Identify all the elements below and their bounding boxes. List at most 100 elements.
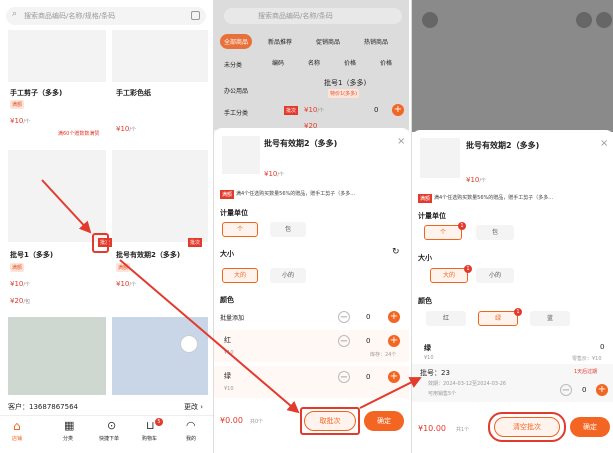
scan-icon[interactable] xyxy=(191,11,200,20)
confirm-button[interactable]: 确定 xyxy=(570,417,610,437)
plus-button[interactable]: + xyxy=(596,384,608,396)
tab-hot[interactable]: 热销商品 xyxy=(364,37,388,46)
color-option[interactable]: 红 xyxy=(426,311,466,326)
list-tag: 特价1(多多) xyxy=(328,89,360,98)
size-option[interactable]: 大的 xyxy=(430,268,468,283)
plus-button[interactable]: + xyxy=(388,371,400,383)
product-image[interactable] xyxy=(112,30,208,82)
profile-icon[interactable]: ◠ xyxy=(186,419,196,432)
size-option[interactable]: 小的 xyxy=(270,268,306,283)
nav-mine[interactable]: 我的 xyxy=(186,435,196,442)
change-customer-link[interactable]: 更改 › xyxy=(184,402,203,412)
product-thumb xyxy=(222,136,260,174)
col-price[interactable]: 价格 xyxy=(344,58,356,67)
home-icon[interactable]: ⌂ xyxy=(13,419,21,433)
variant-stock: 库存：24个 xyxy=(370,352,397,358)
size-option[interactable]: 小的 xyxy=(476,268,514,283)
variant-qty: 0 xyxy=(600,343,605,351)
refresh-icon[interactable]: ↻ xyxy=(392,247,400,257)
plus-button[interactable]: + xyxy=(388,311,400,323)
minus-button[interactable]: − xyxy=(338,371,350,383)
product-name[interactable]: 批号1（多多) xyxy=(10,250,53,260)
banner-image[interactable] xyxy=(112,317,208,395)
color-option[interactable]: 蓝 xyxy=(530,311,570,326)
promo-tag: 满额 xyxy=(10,263,25,272)
more-icon[interactable] xyxy=(596,12,612,28)
batch-qty: 0 xyxy=(366,313,371,321)
panel-product-list: ⌕ 搜索商品编码/名称/规格/条码 手工剪子（多多) 手工彩色纸 满额 ¥10/… xyxy=(0,0,213,453)
variant-qty: 0 xyxy=(366,337,371,345)
col-code[interactable]: 编码 xyxy=(272,58,284,67)
promo-text: 满4个任选购买数量56%的赠品，赠手工剪子（多多... xyxy=(434,195,554,201)
plus-button[interactable]: + xyxy=(392,104,404,116)
total-count: 共1个 xyxy=(456,427,470,433)
highlight-box xyxy=(300,407,360,435)
nav-store[interactable]: 店铺 xyxy=(12,435,22,442)
unit-option[interactable]: 包 xyxy=(476,225,514,240)
search-icon: ⌕ xyxy=(12,9,18,19)
label-color: 颜色 xyxy=(220,296,234,304)
promo-text: 满4个任选购买数量56%的赠品，赠手工剪子（多多... xyxy=(236,191,356,197)
product-price: ¥10/个 xyxy=(10,117,31,125)
col-price-2[interactable]: 价格 xyxy=(380,58,392,67)
quick-order-icon[interactable]: ⊙ xyxy=(107,419,116,432)
minus-button[interactable]: − xyxy=(560,384,572,396)
product-name[interactable]: 手工彩色纸 xyxy=(116,88,151,98)
confirm-button[interactable]: 确定 xyxy=(364,411,404,431)
unit-option[interactable]: 包 xyxy=(270,222,306,237)
color-option[interactable]: 绿 xyxy=(478,311,518,326)
nav-category[interactable]: 分类 xyxy=(63,435,73,442)
plus-button[interactable]: + xyxy=(388,335,400,347)
cart-icon[interactable]: ⊔ xyxy=(146,419,155,432)
back-icon[interactable] xyxy=(422,12,438,28)
list-name[interactable]: 批号1（多多) xyxy=(324,78,366,88)
batch-number: 批号：23 xyxy=(420,369,450,377)
label-unit: 计量单位 xyxy=(418,212,446,220)
minus-button[interactable]: − xyxy=(338,335,350,347)
count-badge: 1 xyxy=(464,265,472,273)
batch-tag[interactable]: 批次 xyxy=(188,238,203,247)
promo-tag: 满额 xyxy=(10,100,25,109)
product-name[interactable]: 手工剪子（多多) xyxy=(10,88,62,98)
col-name[interactable]: 名称 xyxy=(308,58,320,67)
product-price: ¥10/个 xyxy=(10,280,31,288)
side-item[interactable]: 手工分类 xyxy=(224,108,248,117)
label-size: 大小 xyxy=(418,254,432,262)
search-bar[interactable]: ⌕ 搜索商品编码/名称/规格/条码 xyxy=(6,7,206,25)
batch-tag[interactable]: 批次 xyxy=(284,106,299,115)
product-price: ¥10/个 xyxy=(116,280,137,288)
close-icon[interactable]: × xyxy=(600,138,608,149)
panel-batch-result: 批号有效期2（多多) × ¥10/个 满额 满4个任选购买数量56%的赠品，赠手… xyxy=(411,0,613,453)
share-icon[interactable] xyxy=(576,12,592,28)
banner-image[interactable] xyxy=(8,317,106,395)
search-bar[interactable]: 搜索商品编码/名称/条码 xyxy=(224,8,402,24)
product-name[interactable]: 批号有效期2（多多) xyxy=(116,250,180,260)
side-item[interactable]: 办公用品 xyxy=(224,86,248,95)
nav-cart[interactable]: 购物车 xyxy=(142,435,157,442)
nav-quick-order[interactable]: 快捷下单 xyxy=(99,435,119,442)
label-color: 颜色 xyxy=(418,297,432,305)
promo-tag: 满额 xyxy=(418,194,433,203)
cart-badge: 5 xyxy=(155,418,163,426)
close-icon[interactable]: × xyxy=(397,136,405,147)
count-badge: 1 xyxy=(514,308,522,316)
product-price-2: ¥20/包 xyxy=(10,297,31,305)
highlight-box xyxy=(92,233,109,253)
tab-all[interactable]: 全部商品 xyxy=(220,34,253,49)
customer-label: 客户：13687867564 xyxy=(8,403,78,411)
tab-new[interactable]: 新品推荐 xyxy=(268,37,292,46)
size-option[interactable]: 大的 xyxy=(222,268,258,283)
product-image[interactable] xyxy=(8,30,106,82)
share-icon[interactable] xyxy=(180,335,198,353)
product-image[interactable] xyxy=(8,150,106,242)
side-item[interactable]: 未分类 xyxy=(224,60,242,69)
unit-option[interactable]: 个 xyxy=(424,225,462,240)
minus-button[interactable]: − xyxy=(338,311,350,323)
category-icon[interactable]: ▦ xyxy=(64,419,74,432)
product-image[interactable] xyxy=(112,150,208,242)
label-unit: 计量单位 xyxy=(220,209,248,217)
count-badge: 1 xyxy=(458,222,466,230)
unit-option[interactable]: 个 xyxy=(222,222,258,237)
tab-promo[interactable]: 促销商品 xyxy=(316,37,340,46)
spec-sheet: 批号有效期2（多多) × ¥10/个 满额 满4个任选购买数量56%的赠品，赠手… xyxy=(214,128,409,453)
